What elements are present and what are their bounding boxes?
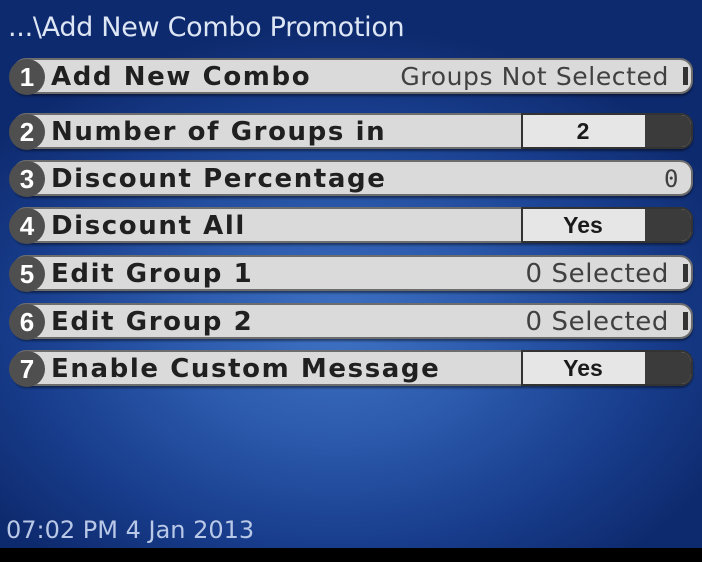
toggle-knob[interactable] bbox=[645, 352, 691, 384]
screen: ...\Add New Combo Promotion 1 Add New Co… bbox=[0, 0, 702, 548]
menu-item-discount-all[interactable]: 4 Discount All Yes bbox=[9, 207, 693, 244]
menu-item-label: Number of Groups in bbox=[51, 117, 387, 147]
number-badge: 2 bbox=[9, 114, 45, 150]
menu-item-value: 0 Selected bbox=[525, 259, 669, 289]
toggle-value: Yes bbox=[563, 212, 603, 238]
status-datetime: 07:02 PM 4 Jan 2013 bbox=[6, 516, 255, 544]
groups-stepper[interactable]: 2 bbox=[521, 113, 693, 149]
toggle-value: Yes bbox=[563, 355, 603, 381]
groups-stepper-value: 2 bbox=[576, 118, 590, 144]
cursor-marker bbox=[683, 264, 688, 282]
number-badge: 5 bbox=[9, 256, 45, 292]
menu-item-edit-group-2[interactable]: 6 Edit Group 2 0 Selected bbox=[9, 303, 693, 340]
menu-item-add-new-combo[interactable]: 1 Add New Combo Groups Not Selected bbox=[9, 58, 693, 95]
menu-item-label: Discount All bbox=[51, 211, 246, 241]
bottom-bar bbox=[0, 548, 702, 562]
toggle-knob[interactable] bbox=[645, 209, 691, 241]
menu-item-discount-percentage[interactable]: 3 Discount Percentage 0 bbox=[9, 160, 693, 197]
menu-item-value: 0 Selected bbox=[525, 307, 669, 337]
stepper-knob[interactable] bbox=[645, 115, 691, 147]
number-badge: 1 bbox=[9, 59, 45, 95]
cursor-marker bbox=[683, 312, 688, 330]
menu-item-number-of-groups[interactable]: 2 Number of Groups in 2 bbox=[9, 113, 693, 150]
cursor-marker bbox=[683, 67, 688, 85]
custom-message-toggle[interactable]: Yes bbox=[521, 350, 693, 386]
menu-item-enable-custom-message[interactable]: 7 Enable Custom Message Yes bbox=[9, 350, 693, 387]
menu-item-label: Discount Percentage bbox=[51, 164, 387, 194]
discount-all-toggle[interactable]: Yes bbox=[521, 207, 693, 243]
menu-item-label: Edit Group 1 bbox=[51, 259, 254, 289]
menu-item-label: Edit Group 2 bbox=[51, 307, 254, 337]
menu-item-value: Groups Not Selected bbox=[400, 62, 669, 91]
number-badge: 7 bbox=[9, 351, 45, 387]
menu-item-label: Add New Combo bbox=[51, 62, 312, 92]
screen-title: ...\Add New Combo Promotion bbox=[8, 12, 405, 43]
number-badge: 6 bbox=[9, 304, 45, 340]
number-badge: 3 bbox=[9, 161, 45, 197]
menu-item-label: Enable Custom Message bbox=[51, 354, 441, 384]
menu-item-edit-group-1[interactable]: 5 Edit Group 1 0 Selected bbox=[9, 255, 693, 292]
number-badge: 4 bbox=[9, 208, 45, 244]
discount-percentage-value: 0 bbox=[663, 165, 679, 193]
